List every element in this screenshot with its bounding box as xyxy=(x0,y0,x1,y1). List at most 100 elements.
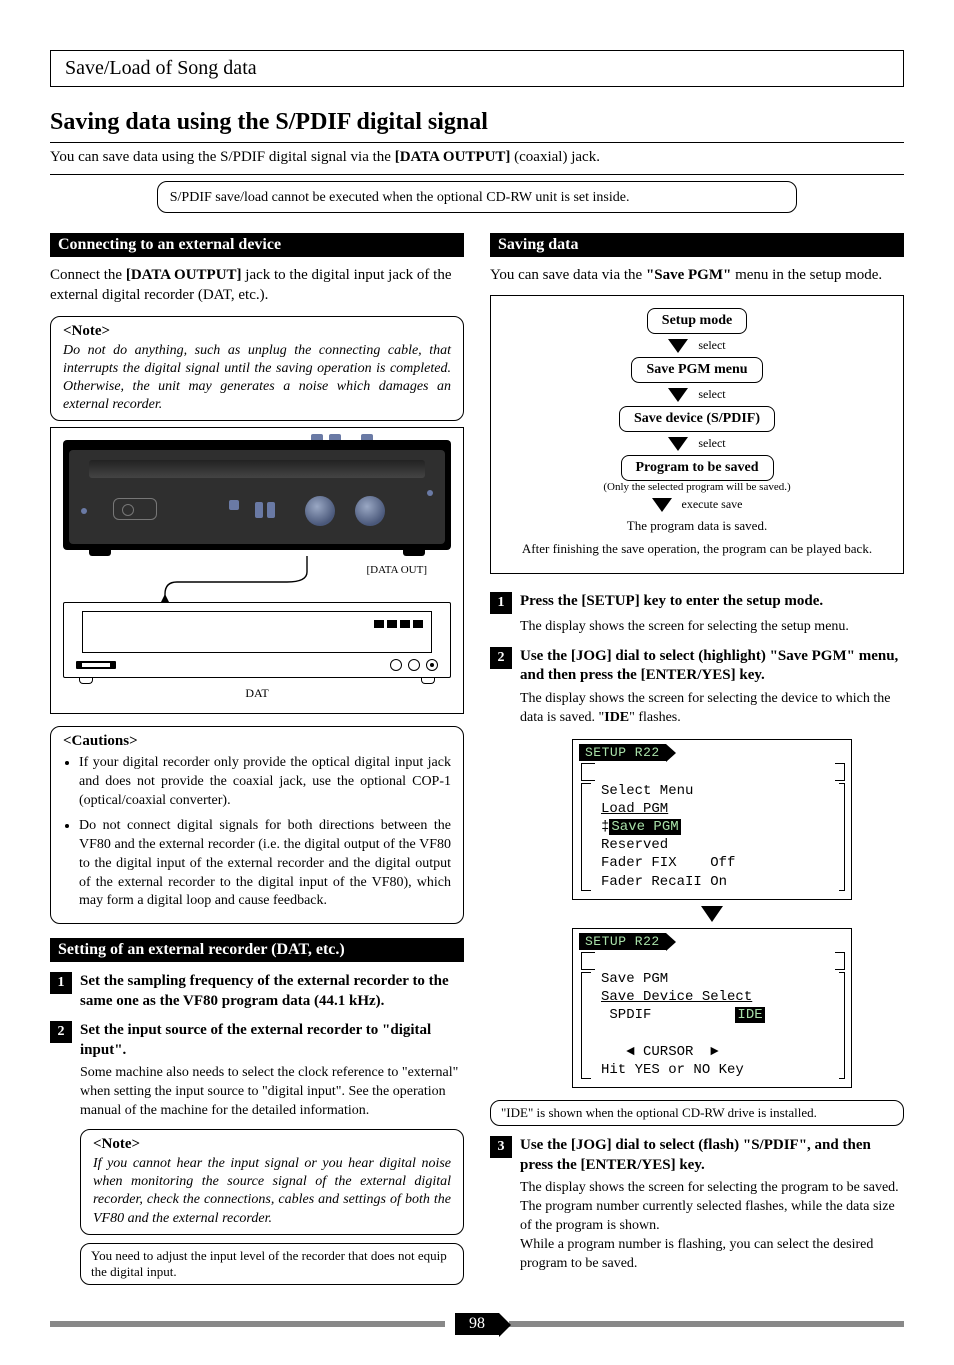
left-step2-text: Set the input source of the external rec… xyxy=(80,1021,464,1060)
cautions-title: <Cautions> xyxy=(63,733,451,750)
down-arrow-icon xyxy=(701,906,723,922)
right-step2b: "Save PGM" xyxy=(770,648,855,664)
down-arrow-icon xyxy=(668,437,688,451)
right-step3a: Use the [JOG] dial to select (flash) " xyxy=(520,1137,751,1153)
vf-knob xyxy=(355,496,385,526)
vf-body xyxy=(69,450,445,544)
section-title: Save/Load of Song data xyxy=(65,57,257,79)
down-arrow-icon xyxy=(668,339,688,353)
nav-node-device: Save device (S/PDIF) xyxy=(619,406,775,432)
nav-desc-2: After finishing the save operation, the … xyxy=(507,541,887,557)
left-column: Connecting to an external device Connect… xyxy=(50,233,464,1293)
lcd-line: Fader FIX Off xyxy=(601,855,735,871)
caution-item: If your digital recorder only provide th… xyxy=(79,754,451,811)
left-note-body: Do not do anything, such as unplug the c… xyxy=(63,342,451,415)
bracket-icon xyxy=(839,783,845,890)
bracket-icon xyxy=(581,972,591,1079)
vf-small xyxy=(229,500,239,510)
lcd-line: SPDIF xyxy=(601,1007,735,1023)
left-cautions-box: <Cautions> If your digital recorder only… xyxy=(50,726,464,924)
left-step-2: 2 Set the input source of the external r… xyxy=(50,1021,464,1060)
nav-diagram: Setup mode select Save PGM menu select S… xyxy=(490,295,904,574)
nav-node-setup: Setup mode xyxy=(647,308,747,334)
page-number-line xyxy=(50,1321,445,1327)
right-step2-body-b: IDE xyxy=(604,710,629,725)
section-title-box: Save/Load of Song data xyxy=(50,50,904,87)
left-p1a: Connect the xyxy=(50,267,126,283)
intro-left: You can save data using the S/PDIF digit… xyxy=(50,149,395,165)
left-step-1: 1 Set the sampling frequency of the exte… xyxy=(50,972,464,1011)
dat-btn xyxy=(387,620,397,628)
bracket-icon xyxy=(581,763,595,781)
cable-svg xyxy=(137,556,377,602)
lcd-line: Select Menu xyxy=(601,783,693,799)
left-note-box: <Note> Do not do anything, such as unplu… xyxy=(50,316,464,422)
intro-rule xyxy=(50,174,904,175)
lcd-ide-inverted: IDE xyxy=(735,1007,764,1023)
nav-node-savepgm: Save PGM menu xyxy=(631,357,762,383)
lcd-screen-select-menu: SETUP R22 Select Menu Load PGM ‡Save PGM… xyxy=(572,739,852,899)
right-step2a: Use the [JOG] dial to select (highlight) xyxy=(520,648,770,664)
dat-foot xyxy=(79,678,93,684)
left-p1b: [DATA OUTPUT] xyxy=(126,267,242,283)
dat-circle xyxy=(390,659,402,671)
page-number-badge: 98 xyxy=(455,1313,499,1335)
nav-desc-1: The program data is saved. xyxy=(507,518,887,534)
lcd-stack: SETUP R22 Select Menu Load PGM ‡Save PGM… xyxy=(520,735,904,1092)
page-number-line xyxy=(509,1321,904,1327)
bracket-icon xyxy=(835,952,845,970)
vf-screen xyxy=(113,498,157,520)
dat-circles xyxy=(390,659,438,671)
vf-dot-right xyxy=(427,490,433,496)
right-step2-body: The display shows the screen for selecti… xyxy=(520,690,904,728)
right-step2-body-a: The display shows the screen for selecti… xyxy=(520,691,891,725)
nav-node-program: Program to be saved xyxy=(621,455,774,481)
vf-small xyxy=(267,502,275,518)
down-arrow-icon xyxy=(668,388,688,402)
right-step3b: S/PDIF xyxy=(751,1137,799,1153)
bracket-icon xyxy=(581,783,591,890)
page: Save/Load of Song data Saving data using… xyxy=(0,0,954,1365)
lcd-body: Select Menu Load PGM ‡Save PGM Reserved … xyxy=(573,761,851,898)
dat-slot xyxy=(76,661,116,669)
vf-panel xyxy=(89,460,425,478)
nav-arrow-label: select xyxy=(698,387,725,402)
intro-right: (coaxial) jack. xyxy=(510,149,600,165)
right-step-3: 3 Use the [JOG] dial to select (flash) "… xyxy=(490,1136,904,1175)
lcd-body: Save PGM Save Device Select SPDIF IDE ◄ … xyxy=(573,950,851,1087)
nav-arrow-label: select xyxy=(698,338,725,353)
dat-feet xyxy=(63,678,451,684)
vf-small xyxy=(255,502,263,518)
left-step1-text: Set the sampling frequency of the extern… xyxy=(80,972,464,1011)
columns: Connecting to an external device Connect… xyxy=(50,233,904,1293)
left-step2-body: Some machine also needs to select the cl… xyxy=(80,1064,464,1121)
nav-arrow-row: execute save xyxy=(507,497,887,512)
right-p1c: menu in the setup mode. xyxy=(731,267,882,283)
intro-line: You can save data using the S/PDIF digit… xyxy=(50,143,904,174)
left-bar-connecting: Connecting to an external device xyxy=(50,233,464,257)
bracket-icon xyxy=(839,972,845,1079)
dat-unit-image xyxy=(63,602,451,678)
intro-note-box: S/PDIF save/load cannot be executed when… xyxy=(157,181,798,213)
dat-foot xyxy=(421,678,435,684)
right-p1b: "Save PGM" xyxy=(646,267,731,283)
lcd-title: SETUP R22 xyxy=(579,744,666,761)
lcd-line: Hit YES or NO Key xyxy=(601,1062,744,1078)
right-step1-body: The display shows the screen for selecti… xyxy=(520,618,904,637)
nav-arrow-label: select xyxy=(698,436,725,451)
right-step3-body: The display shows the screen for selecti… xyxy=(520,1179,904,1273)
left-note-title: <Note> xyxy=(63,323,451,340)
cautions-list: If your digital recorder only provide th… xyxy=(63,754,451,911)
right-step2-body-c: " flashes. xyxy=(629,710,681,725)
down-arrow-icon xyxy=(652,498,672,512)
step-number-icon: 1 xyxy=(490,592,512,614)
nav-arrow-row: select xyxy=(507,436,887,451)
right-p1a: You can save data via the xyxy=(490,267,646,283)
lcd-line: Load PGM xyxy=(601,801,668,817)
step-number-icon: 3 xyxy=(490,1136,512,1158)
intro-text: You can save data using the S/PDIF digit… xyxy=(50,149,600,166)
cable-wrap: [DATA OUT] xyxy=(63,556,451,602)
intro-note: S/PDIF save/load cannot be executed when… xyxy=(170,190,630,205)
lcd-line: ◄ CURSOR ► xyxy=(601,1044,719,1060)
lcd-line: Save Device Select xyxy=(601,989,752,1005)
